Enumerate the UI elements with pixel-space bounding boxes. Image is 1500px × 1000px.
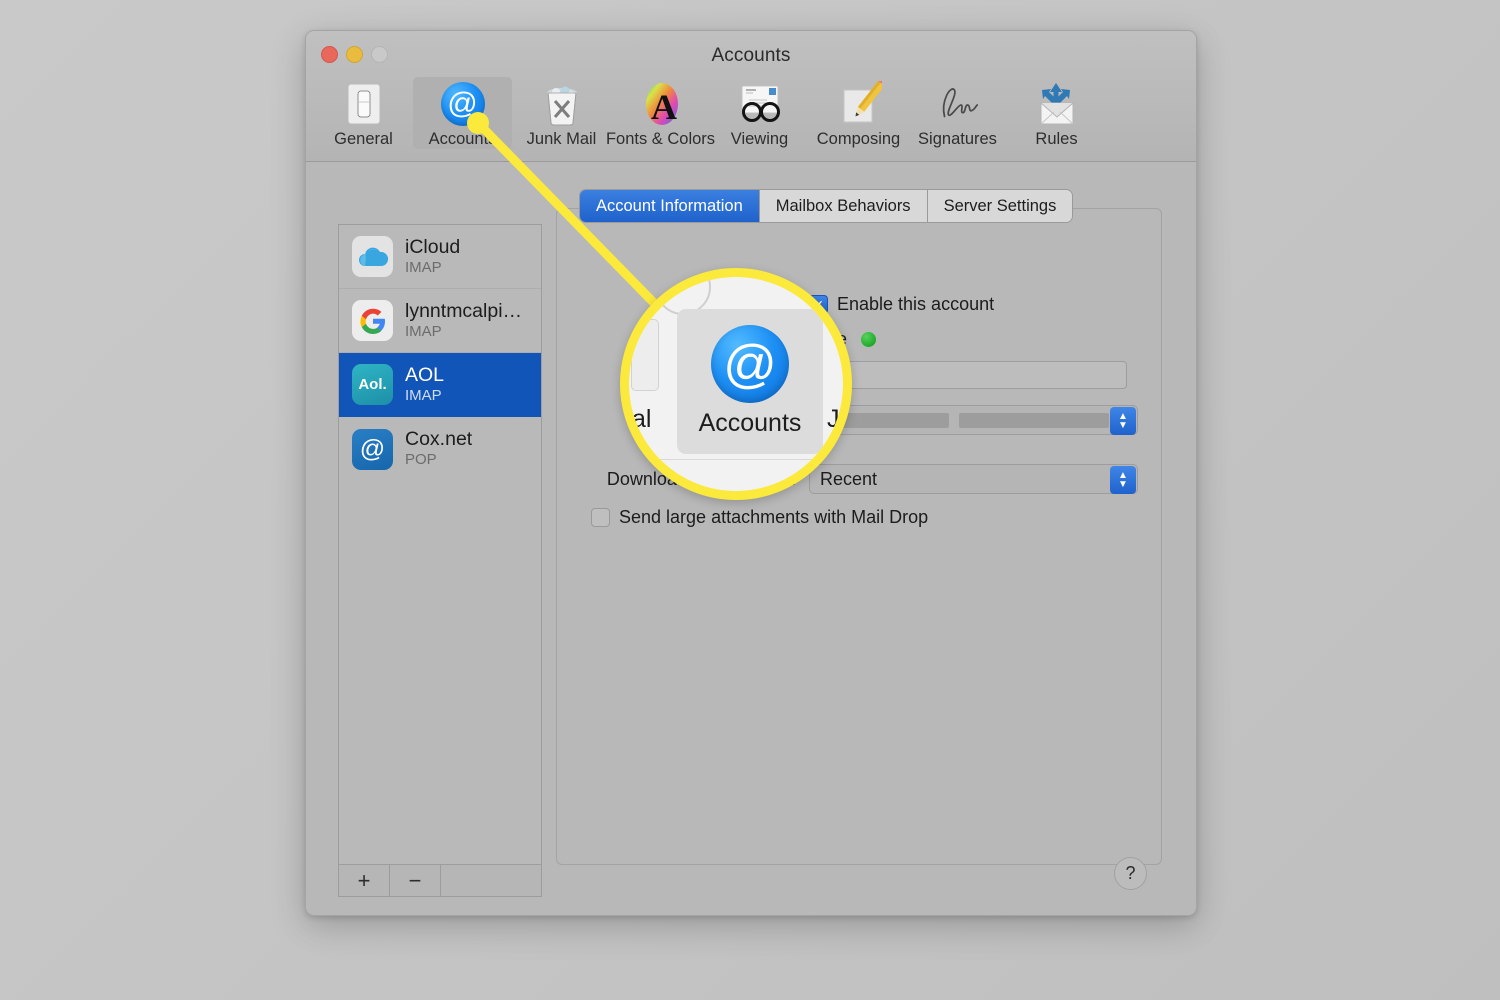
toolbar-item-viewing-label: Viewing [730,130,789,148]
window-title: Accounts [711,45,791,66]
tab-mailbox-behaviors[interactable]: Mailbox Behaviors [759,190,928,222]
download-stepper-icon[interactable]: ▲ ▼ [1110,466,1136,494]
aol-icon: Aol. [352,364,393,405]
account-name: Cox.net [405,428,473,451]
switch-icon [339,81,389,127]
preferences-toolbar: General @ Accounts Junk Mail A Fonts & C… [314,77,1188,159]
toolbar-item-signatures[interactable]: Signatures [908,77,1007,149]
accounts-toolbar-spacer [441,865,541,896]
svg-text:A: A [651,87,677,127]
toolbar-item-general-label: General [334,130,393,148]
toolbar-item-fonts-colors-label: Fonts & Colors [605,130,716,148]
toolbar-item-composing[interactable]: Composing [809,77,908,149]
remove-account-button[interactable]: − [390,865,441,896]
help-button[interactable]: ? [1114,857,1147,890]
enable-account-label: Enable this account [837,294,995,314]
account-type: POP [405,451,437,469]
list-item-text: AOL IMAP [405,363,445,404]
list-item[interactable]: lynntmcalpi… IMAP [339,289,541,353]
magnifier-callout: @ Accounts al Ju [620,268,852,500]
account-type: IMAP [405,258,442,276]
accounts-list[interactable]: iCloud IMAP lynntmcalpi… IMAP Aol. AOL I… [338,224,542,864]
mail-drop-checkbox[interactable] [591,508,610,527]
icloud-icon [352,236,393,277]
desktop-background: Accounts General @ Accounts Junk Mail A … [0,0,1500,1000]
magnifier-content: @ Accounts al Ju [629,277,843,491]
list-item-text: iCloud IMAP [405,235,461,276]
list-item-text: Cox.net POP [405,429,472,468]
tab-server-settings[interactable]: Server Settings [927,190,1073,222]
toolbar-item-rules[interactable]: Rules [1007,77,1106,149]
google-icon [352,300,393,341]
list-item-selected[interactable]: Aol. AOL IMAP [339,353,541,417]
list-item-text: lynntmcalpi… IMAP [405,299,523,340]
toolbar-item-accounts[interactable]: @ Accounts [413,77,512,149]
eyeglasses-icon [735,81,785,127]
mail-drop-label: Send large attachments with Mail Drop [619,507,929,527]
account-name: iCloud [405,235,461,258]
callout-origin-dot [467,112,489,134]
mail-drop-row[interactable]: Send large attachments with Mail Drop [591,507,928,528]
account-type: IMAP [405,386,442,404]
accounts-list-toolbar: + − [338,864,542,897]
toolbar-item-viewing[interactable]: Viewing [710,77,809,149]
pencil-note-icon [834,81,884,127]
magnified-toolbar-item-accounts[interactable]: @ Accounts [677,309,823,454]
list-item[interactable]: @ Cox.net POP [339,417,541,481]
toolbar-item-composing-label: Composing [816,130,901,148]
at-sign-icon: @ [711,325,789,403]
at-sign-icon: @ [352,428,393,470]
toolbar-item-signatures-label: Signatures [918,130,997,148]
list-item[interactable]: iCloud IMAP [339,225,541,289]
add-account-button[interactable]: + [339,865,390,896]
tab-account-information[interactable]: Account Information [580,190,760,222]
status-indicator-icon [861,332,877,347]
account-type: IMAP [405,322,442,340]
account-name: AOL [405,363,445,386]
toolbar-item-fonts-colors[interactable]: A Fonts & Colors [606,77,715,149]
alias-popup[interactable]: ▲ ▼ [806,405,1138,435]
toolbar-item-rules-label: Rules [1035,130,1078,148]
magnified-general-label-fragment: al [632,405,652,433]
account-name: lynntmcalpi… [405,299,523,322]
download-attachments-popup[interactable]: Recent ▲ ▼ [809,464,1138,494]
window-titlebar: Accounts General @ Accounts Junk Mail A … [306,31,1196,162]
trash-can-icon [537,81,587,127]
alias-stepper-icon[interactable]: ▲ ▼ [1110,407,1136,435]
toolbar-item-general[interactable]: General [314,77,413,149]
signature-icon [933,81,983,127]
toolbar-item-junk-mail[interactable]: Junk Mail [512,77,611,149]
toolbar-item-junk-mail-label: Junk Mail [526,130,597,148]
magnifier-divider [629,459,843,460]
description-field[interactable] [817,361,1127,389]
magnified-accounts-label: Accounts [698,409,802,437]
toolbar-item-accounts-label: Accounts [428,130,497,148]
detail-tabbar: Account Information Mailbox Behaviors Se… [580,190,1073,222]
envelope-arrows-icon [1032,81,1082,127]
font-color-icon: A [636,81,686,127]
magnifier-chip-decor [631,319,659,391]
